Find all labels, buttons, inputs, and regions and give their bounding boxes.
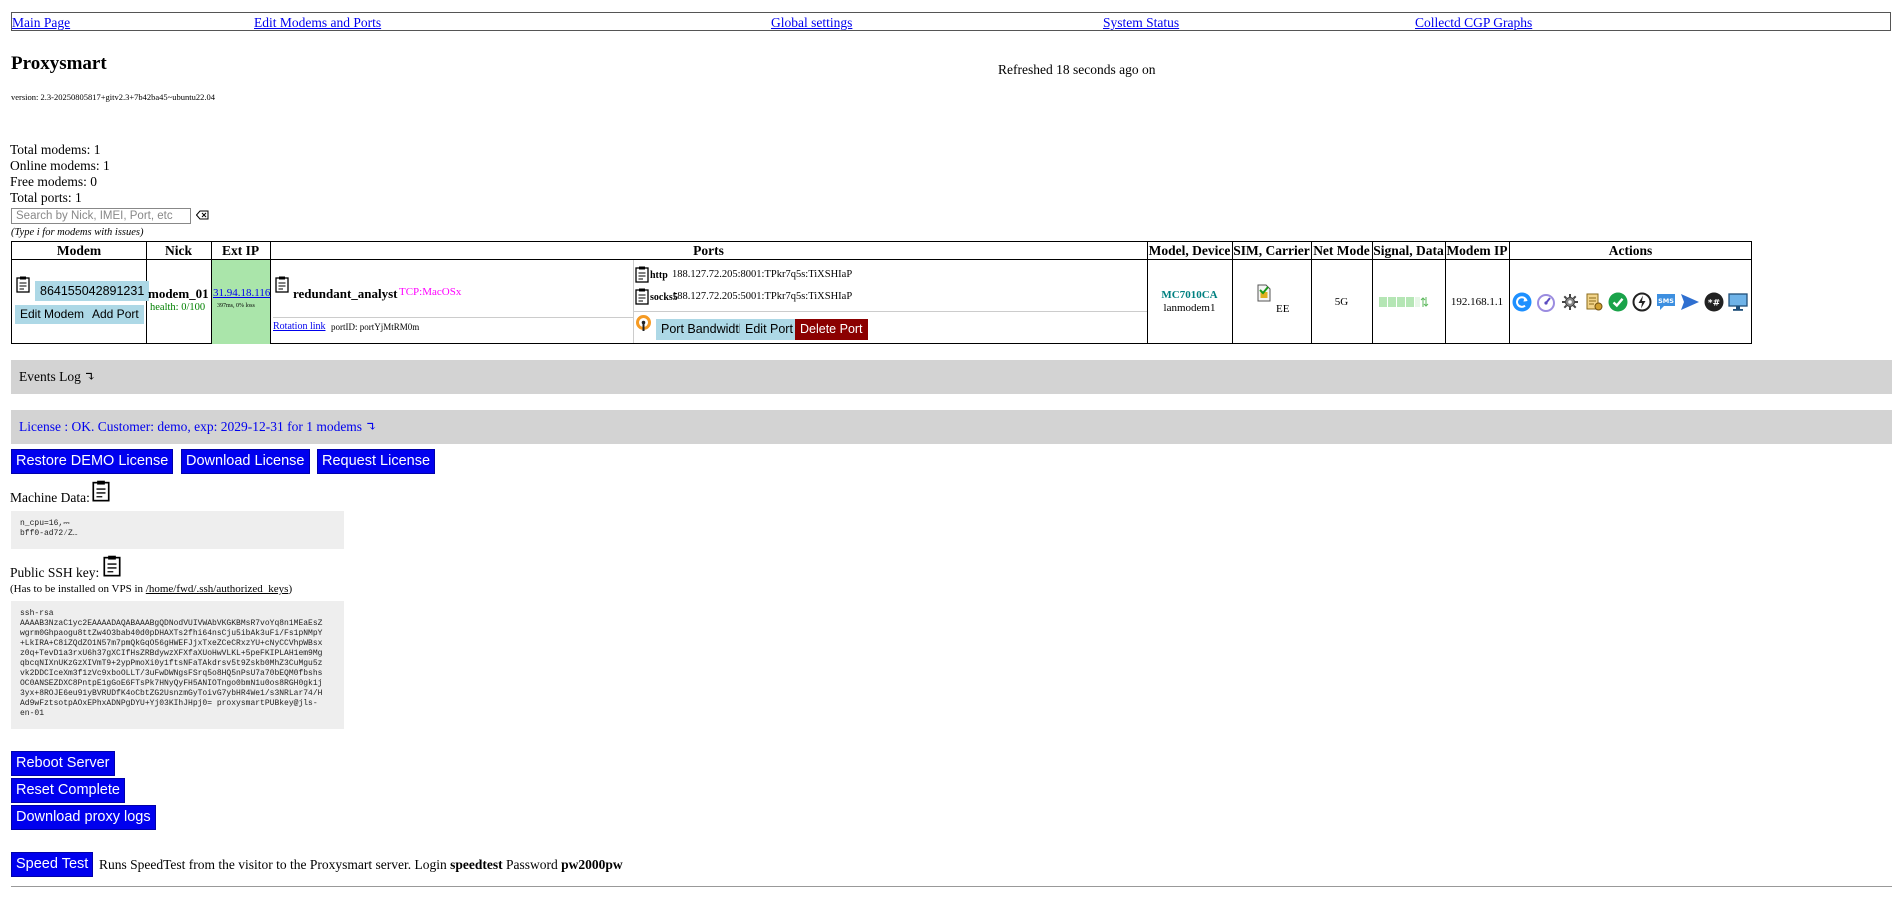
- clipboard-icon[interactable]: [635, 266, 649, 283]
- http-proxy-value: 188.127.72.205:8001:TPkr7q5s:TiXSHIaP: [672, 269, 853, 280]
- sim-card-icon: [1257, 284, 1271, 302]
- events-log-bar[interactable]: Events Log ↴: [11, 360, 1892, 394]
- nav-edit-modems[interactable]: Edit Modems and Ports: [254, 15, 381, 31]
- modem-health: health: 0/100: [150, 302, 206, 313]
- nav-collectd-graphs[interactable]: Collectd CGP Graphs: [1415, 15, 1532, 31]
- machine-data-label: Machine Data:: [10, 490, 90, 505]
- edit-port-button[interactable]: Edit Port: [740, 319, 798, 340]
- online-modems: Online modems: 1: [10, 158, 110, 173]
- screen-icon[interactable]: [1728, 292, 1748, 312]
- ssh-key-note: (Has to be installed on VPS in /home/fwd…: [10, 583, 292, 595]
- svg-text:SMS: SMS: [1658, 297, 1674, 305]
- send-icon[interactable]: [1680, 292, 1700, 312]
- bottom-divider: [11, 886, 1892, 887]
- gear-icon[interactable]: [1560, 292, 1580, 312]
- rotation-link[interactable]: Rotation link: [273, 321, 326, 332]
- ext-ip-link[interactable]: 31.94.18.116: [213, 287, 270, 299]
- svg-text:*#: *#: [1708, 299, 1720, 309]
- ssh-key-box: ssh-rsa AAAAB3NzaC1yc2EAAAADAQABAAABgQDN…: [11, 601, 344, 729]
- search-hint: (Type i for modems with issues): [11, 227, 144, 238]
- total-ports: Total ports: 1: [10, 190, 82, 205]
- header-signal-data: Signal, Data: [1373, 243, 1444, 258]
- ext-ip-latency: 397ms, 0% loss: [217, 303, 255, 309]
- license-bar[interactable]: License : OK. Customer: demo, exp: 2029-…: [11, 410, 1892, 444]
- report-icon[interactable]: [1584, 292, 1604, 312]
- header-nick: Nick: [165, 243, 192, 258]
- header-net-mode: Net Mode: [1313, 243, 1370, 258]
- delete-port-button[interactable]: Delete Port: [795, 319, 868, 340]
- header-modem-ip: Modem IP: [1446, 243, 1508, 258]
- edit-modem-button[interactable]: Edit Modem: [15, 305, 90, 324]
- port-id: portID: portYjMtRM0m: [331, 322, 420, 332]
- free-modems: Free modems: 0: [10, 174, 97, 189]
- ussd-icon[interactable]: *#: [1704, 292, 1724, 312]
- speed-test-info: Runs SpeedTest from the visitor to the P…: [99, 857, 623, 873]
- modem-nick: modem_01: [148, 286, 209, 301]
- header-ext-ip: Ext IP: [221, 243, 260, 258]
- header-actions: Actions: [1608, 243, 1653, 258]
- header-divider: [12, 259, 1751, 260]
- bandwidth-icon[interactable]: [635, 314, 652, 332]
- sim-carrier: EE: [1276, 303, 1290, 315]
- imei-button[interactable]: 864155042891231: [35, 281, 150, 301]
- modems-table: Modem Nick Ext IP Ports Model, Device SI…: [11, 241, 1752, 344]
- download-license-button[interactable]: Download License: [181, 449, 310, 474]
- nav-system-status[interactable]: System Status: [1103, 15, 1179, 31]
- search-input[interactable]: [11, 208, 191, 224]
- top-nav: Main Page Edit Modems and Ports Global s…: [11, 12, 1891, 31]
- port-tag: TCP:MacOSx: [399, 286, 462, 298]
- header-ports: Ports: [693, 243, 724, 258]
- machine-data-box: n_cpu=16,⎓ bff0-ad72⁄Z…: [11, 511, 344, 549]
- port-bandwidth-button[interactable]: Port Bandwidth: [656, 319, 751, 340]
- modem-device: lanmodem1: [1163, 302, 1216, 314]
- clipboard-icon[interactable]: [16, 276, 30, 293]
- header-sim-carrier: SIM, Carrier: [1233, 243, 1310, 258]
- version-text: version: 2.3-20250805817+gitv2.3+7b42ba4…: [11, 92, 216, 102]
- modem-ip: 192.168.1.1: [1450, 296, 1504, 308]
- socks-proxy-value: 188.127.72.205:5001:TPkr7q5s:TiXSHIaP: [672, 291, 853, 302]
- speedtest-login: speedtest: [450, 857, 503, 872]
- download-proxy-logs-button[interactable]: Download proxy logs: [11, 805, 156, 830]
- request-license-button[interactable]: Request License: [317, 449, 436, 474]
- events-log-toggle[interactable]: Events Log ↴: [19, 369, 96, 385]
- net-mode: 5G: [1334, 296, 1349, 308]
- refresh-status: Refreshed 18 seconds ago on: [998, 62, 1156, 77]
- add-port-button[interactable]: Add Port: [87, 305, 144, 324]
- speedtest-text-middle: Password: [502, 857, 562, 872]
- rotate-icon[interactable]: [1512, 292, 1532, 312]
- clipboard-icon[interactable]: [635, 288, 649, 305]
- ssh-note-suffix: ): [288, 583, 293, 595]
- speedometer-icon[interactable]: [1536, 292, 1556, 312]
- reboot-server-button[interactable]: Reboot Server: [11, 751, 115, 776]
- clear-search-icon[interactable]: [196, 210, 209, 220]
- header-modem: Modem: [56, 243, 102, 258]
- ssh-note-prefix: (Has to be installed on VPS in: [10, 583, 146, 595]
- clipboard-icon[interactable]: [275, 276, 289, 293]
- clipboard-icon[interactable]: [92, 480, 110, 502]
- license-status[interactable]: License : OK. Customer: demo, exp: 2029-…: [19, 419, 377, 435]
- port-name: redundant_analyst: [293, 286, 398, 301]
- http-label: http: [650, 270, 668, 281]
- nav-main-page[interactable]: Main Page: [12, 15, 70, 31]
- speedtest-text-before: Runs SpeedTest from the visitor to the P…: [99, 857, 451, 872]
- ssh-key-label: Public SSH key:: [10, 565, 100, 580]
- clipboard-icon[interactable]: [103, 555, 121, 577]
- header-model-device: Model, Device: [1148, 243, 1231, 258]
- nav-global-settings[interactable]: Global settings: [771, 15, 852, 31]
- speed-test-button[interactable]: Speed Test: [11, 852, 94, 877]
- reset-complete-button[interactable]: Reset Complete: [11, 778, 125, 803]
- modem-model: MC7010CA: [1161, 289, 1218, 301]
- sms-icon[interactable]: SMS: [1656, 292, 1676, 312]
- power-icon[interactable]: [1632, 292, 1652, 312]
- speedtest-password: pw2000pw: [561, 857, 623, 872]
- page-title: Proxysmart: [11, 53, 107, 74]
- total-modems: Total modems: 1: [10, 142, 101, 157]
- ext-ip-cell: [212, 260, 270, 344]
- signal-bars-icon: [1379, 297, 1429, 307]
- restore-demo-license-button[interactable]: Restore DEMO License: [11, 449, 174, 474]
- check-icon[interactable]: [1608, 292, 1628, 312]
- ssh-note-path: /home/fwd/.ssh/authorized_keys: [145, 583, 289, 595]
